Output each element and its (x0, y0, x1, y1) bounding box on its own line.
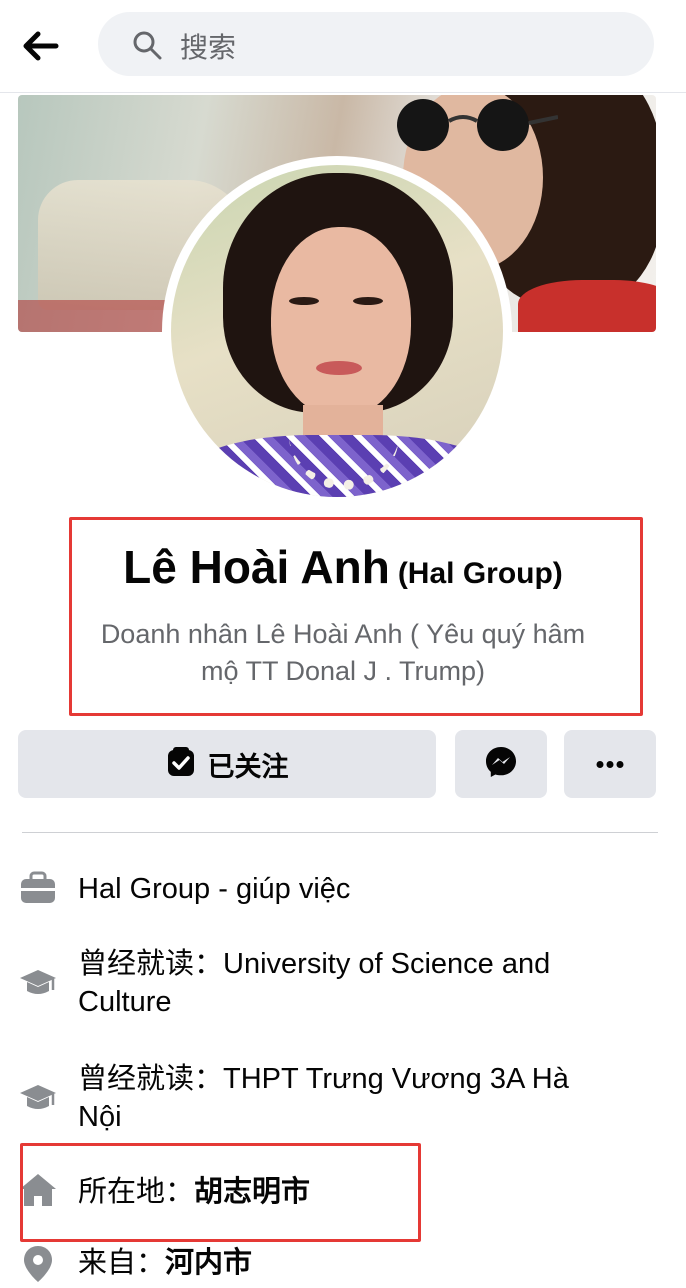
search-input[interactable]: 搜索 (98, 12, 654, 76)
edu1-prefix: 曾经就读： (78, 948, 224, 980)
more-icon (595, 755, 625, 774)
profile-alias: (Hal Group) (397, 557, 563, 590)
messenger-icon (484, 745, 518, 783)
followed-button[interactable]: 已关注 (18, 730, 436, 798)
briefcase-icon (18, 868, 58, 908)
edu2-prefix: 曾经就读： (78, 1063, 224, 1095)
followed-label: 已关注 (207, 751, 289, 783)
followed-icon (166, 746, 196, 782)
home-icon (18, 1170, 58, 1210)
location-pin-icon (18, 1244, 58, 1284)
top-bar: 搜索 (0, 0, 686, 92)
location-prefix: 所在地： (78, 1176, 195, 1208)
info-education-1: 曾经就读：University of Science and Culture (78, 945, 644, 1021)
edu1-value-line2: Culture (78, 986, 172, 1018)
search-placeholder: 搜索 (180, 31, 237, 64)
messenger-button[interactable] (455, 730, 547, 798)
profile-bio: Doanh nhân Lê Hoài Anh ( Yêu quý hâm mộ … (62, 616, 624, 690)
edu1-value-line1: University of Science and (223, 948, 551, 980)
edu2-value-line1: THPT Trưng Vương 3A Hà (223, 1063, 569, 1095)
info-from: 来自：河内市 (78, 1244, 644, 1282)
from-value[interactable]: 河内市 (165, 1247, 252, 1279)
back-arrow-icon[interactable] (18, 24, 62, 68)
top-divider (0, 92, 686, 93)
search-icon (132, 30, 162, 60)
graduation-cap-icon (18, 962, 58, 1002)
graduation-cap-icon (18, 1077, 58, 1117)
more-button[interactable] (564, 730, 656, 798)
info-education-2: 曾经就读：THPT Trưng Vương 3A Hà Nội (78, 1060, 644, 1136)
location-value[interactable]: 胡志明市 (194, 1176, 310, 1208)
profile-name-line: Lê Hoài Anh (Hal Group) (0, 540, 686, 594)
profile-name: Lê Hoài Anh (123, 541, 390, 593)
edu2-value-line2: Nội (78, 1101, 122, 1133)
info-location: 所在地：胡志明市 (78, 1173, 644, 1211)
profile-picture[interactable] (162, 156, 512, 506)
from-prefix: 来自： (78, 1247, 166, 1279)
bio-line-2: mộ TT Donal J . Trump) (200, 656, 486, 686)
avatar (171, 165, 503, 497)
info-work: Hal Group - giúp việc (78, 873, 351, 905)
bio-line-1: Doanh nhân Lê Hoài Anh ( Yêu quý hâm (100, 619, 586, 649)
section-divider (22, 832, 658, 833)
